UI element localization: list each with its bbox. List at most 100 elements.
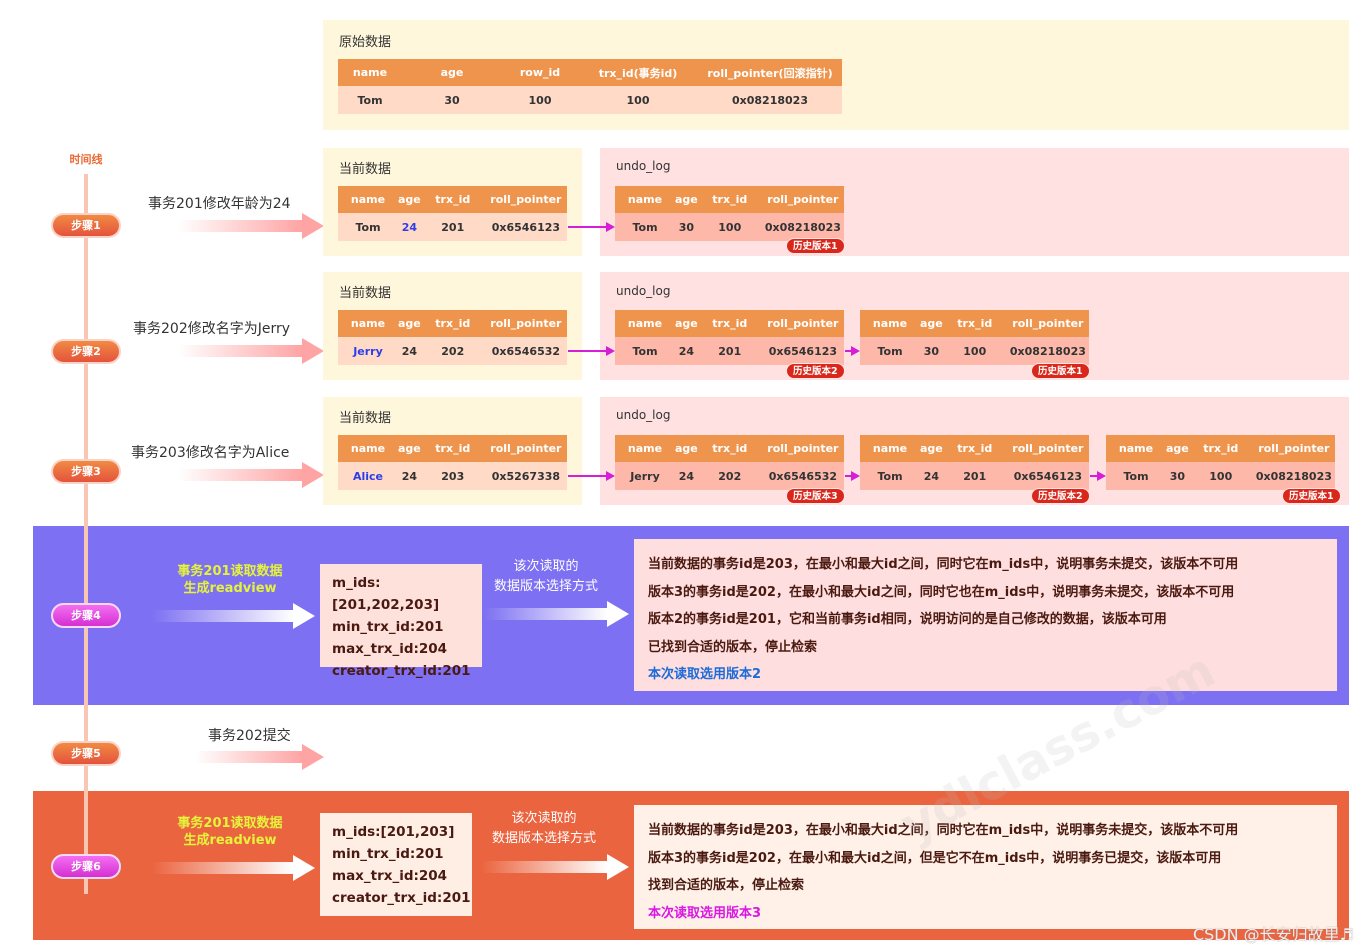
cell: 0x08218023	[764, 220, 841, 234]
cell-changed: Alice	[352, 469, 384, 483]
version-badge: 历史版本2	[1031, 488, 1090, 504]
cell: Tom	[1123, 469, 1149, 483]
col-header: trx_id	[712, 193, 748, 206]
step6-read-label-line2: 生成readview	[183, 833, 277, 848]
step-5-pill: 步骤5	[51, 741, 121, 766]
cell-changed: Jerry	[353, 344, 383, 358]
explanation-line: 找到合适的版本，停止检索	[648, 878, 805, 893]
cell: 24	[923, 469, 940, 483]
cell: 0x08218023	[732, 93, 808, 107]
col-header: roll_pointer	[767, 317, 839, 330]
explanation-line: 版本2的事务id是201，它和当前事务id相同，说明访问的是自己修改的数据，该版…	[648, 612, 1167, 627]
cell: Jerry	[630, 469, 660, 483]
undo-log-title: undo_log	[616, 408, 671, 422]
readview-min-trx-id: min_trx_id:201	[332, 846, 444, 862]
col-header: age	[398, 317, 421, 330]
cell: Tom	[632, 220, 658, 234]
explanation-line: 版本3的事务id是202，在最小和最大id之间，但是它不在m_ids中，说明事务…	[648, 850, 1222, 866]
cell: Tom	[877, 344, 903, 358]
step6-mode-label: 该次读取的 数据版本选择方式	[482, 809, 606, 849]
col-header: trx_id	[435, 317, 471, 330]
cell: 100	[626, 93, 650, 107]
pointer-arrow-icon	[1090, 471, 1106, 481]
cell: 0x5267338	[491, 469, 561, 483]
version-badge: 历史版本1	[1282, 488, 1341, 504]
undo-log-title: undo_log	[616, 284, 671, 298]
col-header: age	[675, 317, 698, 330]
col-header: roll_pointer	[1012, 317, 1084, 330]
col-header: name	[872, 442, 908, 455]
cell: 203	[441, 469, 465, 483]
readview-m-ids: m_ids:[201,203]	[332, 824, 455, 840]
col-header: roll_pointer	[490, 193, 562, 206]
col-header: age	[675, 193, 698, 206]
col-header: name	[627, 442, 663, 455]
step6-mode-arrow-icon	[482, 854, 629, 880]
cell: 100	[528, 93, 552, 107]
step2-current-table: name age trx_id roll_pointer Jerry 24 20…	[338, 310, 567, 365]
original-data-table: name age row_id trx_id(事务id) roll_pointe…	[338, 59, 842, 114]
pointer-arrow-icon	[568, 346, 615, 356]
explanation-line: 已找到合适的版本，停止检索	[648, 639, 818, 655]
step2-arrow-icon	[178, 338, 324, 364]
cell: Tom	[632, 344, 658, 358]
cell: 24	[678, 344, 695, 358]
step3-undo-table-v3: name age trx_id roll_pointer Jerry 24 20…	[615, 435, 844, 490]
cell-changed: 24	[401, 220, 418, 234]
cell: 0x6546123	[491, 220, 561, 234]
col-header: trx_id	[712, 442, 748, 455]
step-2-pill: 步骤2	[51, 339, 121, 364]
cell: 0x6546123	[768, 344, 838, 358]
step4-read-label-line1: 事务201读取数据	[177, 564, 283, 579]
timeline-line	[84, 174, 88, 894]
col-header: name	[350, 193, 386, 206]
col-header: trx_id	[435, 193, 471, 206]
col-header: trx_id	[957, 442, 993, 455]
step4-read-label: 事务201读取数据 生成readview	[160, 563, 300, 597]
cell: 201	[718, 344, 742, 358]
step3-current-table: name age trx_id roll_pointer Alice 24 20…	[338, 435, 567, 490]
event-step2-label: 事务202修改名字为Jerry	[133, 321, 291, 337]
cell: 24	[401, 344, 418, 358]
step6-arrow-icon	[152, 855, 315, 881]
step3-undo-table-v2: name age trx_id roll_pointer Tom 24 201 …	[860, 435, 1089, 490]
col-header: roll_pointer(回滚指针)	[707, 66, 833, 80]
step4-mode-label-line1: 该次读取的	[513, 559, 579, 574]
step1-arrow-icon	[178, 213, 324, 239]
col-header: roll_pointer	[1012, 442, 1084, 455]
explanation-result: 本次读取选用版本2	[648, 667, 762, 682]
cell: 201	[441, 220, 465, 234]
step3-undo-table-v1: name age trx_id roll_pointer Tom 30 100 …	[1106, 435, 1335, 490]
readview-min-trx-id: min_trx_id:201	[332, 619, 444, 635]
pointer-arrow-icon	[845, 346, 860, 356]
step1-undo-table-v1: name age trx_id roll_pointer Tom 30 100 …	[615, 186, 844, 241]
col-header: roll_pointer	[490, 442, 562, 455]
col-header: row_id	[519, 66, 561, 79]
cell: 202	[441, 344, 465, 358]
cell: 100	[963, 344, 987, 358]
col-header: age	[398, 442, 421, 455]
step6-mode-label-line2: 数据版本选择方式	[491, 831, 596, 846]
col-header: roll_pointer	[767, 442, 839, 455]
col-header: trx_id	[435, 442, 471, 455]
col-header: trx_id	[1203, 442, 1239, 455]
col-header: name	[627, 193, 663, 206]
version-badge: 历史版本1	[1031, 363, 1090, 379]
pointer-arrow-icon	[845, 471, 860, 481]
step4-read-label-line2: 生成readview	[183, 581, 277, 596]
cell: 30	[1169, 469, 1186, 483]
cell: 30	[678, 220, 695, 234]
step-1-pill: 步骤1	[51, 213, 121, 238]
timeline-title: 时间线	[69, 153, 103, 166]
col-header: trx_id(事务id)	[598, 66, 678, 80]
readview-max-trx-id: max_trx_id:204	[332, 868, 448, 884]
col-header: age	[440, 66, 464, 79]
col-header: name	[627, 317, 663, 330]
cell: Tom	[355, 220, 381, 234]
event-step1-label: 事务201修改年龄为24	[148, 196, 291, 212]
readview-m-ids: m_ids:[201,202,203]	[332, 575, 440, 613]
step6-mode-label-line1: 该次读取的	[511, 811, 577, 826]
version-badge: 历史版本2	[786, 363, 845, 379]
step4-arrow-icon	[152, 603, 315, 629]
step-3-pill: 步骤3	[51, 459, 121, 484]
